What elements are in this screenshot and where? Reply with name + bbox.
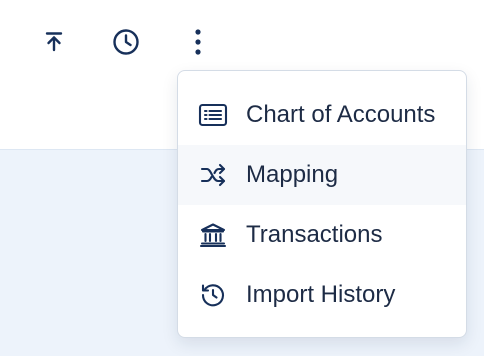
list-icon — [198, 100, 228, 130]
history-button[interactable] — [108, 24, 144, 60]
menu-item-import-history[interactable]: Import History — [178, 265, 466, 325]
menu-item-label: Chart of Accounts — [246, 101, 436, 128]
more-options-button[interactable] — [180, 24, 216, 60]
upload-icon — [40, 28, 68, 56]
history-icon — [198, 280, 228, 310]
menu-item-mapping[interactable]: Mapping — [178, 145, 466, 205]
dropdown-menu: Chart of Accounts Mapping Transactions I… — [177, 70, 467, 338]
menu-item-chart-of-accounts[interactable]: Chart of Accounts — [178, 85, 466, 145]
upload-button[interactable] — [36, 24, 72, 60]
more-vertical-icon — [192, 27, 204, 57]
menu-item-label: Mapping — [246, 161, 339, 188]
shuffle-icon — [198, 160, 228, 190]
app-stage: Chart of Accounts Mapping Transactions I… — [0, 0, 484, 356]
menu-item-transactions[interactable]: Transactions — [178, 205, 466, 265]
bank-icon — [198, 220, 228, 250]
menu-item-label: Transactions — [246, 221, 383, 248]
clock-icon — [111, 27, 141, 57]
menu-item-label: Import History — [246, 281, 396, 308]
